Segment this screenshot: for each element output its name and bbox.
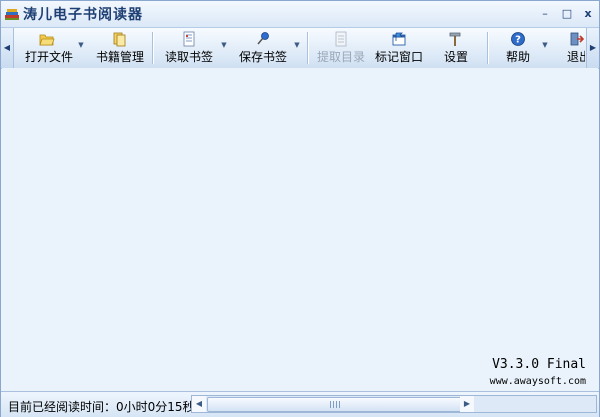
website-label: www.awaysoft.com — [489, 376, 586, 387]
reading-area[interactable]: V3.3.0 Final www.awaysoft.com — [2, 68, 598, 391]
toolbar-exit-label: 退出 — [567, 50, 585, 64]
exit-icon — [570, 32, 584, 46]
toolbar-save-bookmark-label: 保存书签 — [239, 50, 288, 64]
help-icon: ? — [511, 32, 525, 46]
toolbar-read-bookmark-button[interactable]: 读取书签 — [159, 29, 221, 67]
svg-text:?: ? — [515, 35, 521, 46]
toolbar-scroll-right-button[interactable]: ▶ — [586, 28, 599, 68]
toolbar-extract-toc-button[interactable]: 提取目录 — [313, 29, 369, 67]
maximize-button[interactable]: □ — [560, 7, 574, 21]
scroll-right-arrow[interactable]: ▶ — [460, 396, 474, 412]
toolbar-separator — [307, 32, 308, 64]
settings-tools-icon — [449, 32, 461, 46]
open-folder-icon — [39, 34, 55, 46]
scroll-left-arrow[interactable]: ◀ — [192, 396, 206, 412]
toolbar-exit-button[interactable]: 退出 — [563, 29, 585, 67]
status-bar: 目前已经阅读时间：0小时0分15秒 ◀ ▶ — [1, 391, 599, 417]
books-app-icon — [5, 9, 19, 20]
title-bar[interactable]: 涛儿电子书阅读器 – □ x — [1, 1, 599, 27]
pushpin-icon — [257, 32, 269, 45]
read-bookmark-icon — [183, 31, 195, 47]
toolbar-help-button[interactable]: ? 帮助 — [497, 29, 541, 67]
extract-toc-icon — [335, 31, 347, 47]
toolbar-settings-button[interactable]: 设置 — [435, 29, 475, 67]
toolbar-book-manage-button[interactable]: 书籍管理 — [91, 29, 149, 67]
scrollbar-grip — [330, 401, 340, 408]
toolbar-settings-label: 设置 — [444, 50, 469, 64]
save-bookmark-dropdown-arrow[interactable]: ▼ — [293, 41, 301, 49]
main-toolbar: ◀ 打开文件 ▼ 书籍管理 读取书签 ▼ 保存书签 ▼ 提取目录 标记窗口 设置… — [1, 27, 599, 69]
version-label: V3.3.0 Final — [492, 357, 586, 372]
toolbar-help-label: 帮助 — [506, 50, 531, 64]
toolbar-open-file-label: 打开文件 — [25, 50, 74, 64]
toolbar-mark-window-button[interactable]: 标记窗口 — [371, 29, 429, 67]
book-manage-icon — [113, 32, 126, 47]
toolbar-separator — [152, 32, 153, 64]
help-dropdown-arrow[interactable]: ▼ — [541, 41, 549, 49]
window-title: 涛儿电子书阅读器 — [23, 7, 143, 23]
reading-time-text: 目前已经阅读时间：0小时0分15秒 — [8, 400, 195, 414]
horizontal-scrollbar[interactable]: ◀ ▶ — [191, 395, 597, 413]
scrollbar-thumb[interactable] — [207, 397, 464, 412]
app-window: 涛儿电子书阅读器 – □ x ◀ 打开文件 ▼ 书籍管理 读取书签 ▼ 保存书签… — [0, 0, 600, 417]
flag-window-icon — [392, 32, 406, 46]
close-button[interactable]: x — [581, 7, 595, 21]
toolbar-scroll-left-button[interactable]: ◀ — [1, 28, 14, 68]
open-file-dropdown-arrow[interactable]: ▼ — [77, 41, 85, 49]
toolbar-book-manage-label: 书籍管理 — [96, 50, 145, 64]
minimize-button[interactable]: – — [538, 7, 552, 21]
read-bookmark-dropdown-arrow[interactable]: ▼ — [220, 41, 228, 49]
toolbar-extract-toc-label: 提取目录 — [317, 50, 366, 64]
toolbar-read-bookmark-label: 读取书签 — [165, 50, 214, 64]
toolbar-mark-window-label: 标记窗口 — [375, 50, 424, 64]
toolbar-separator — [487, 32, 488, 64]
toolbar-save-bookmark-button[interactable]: 保存书签 — [233, 29, 295, 67]
